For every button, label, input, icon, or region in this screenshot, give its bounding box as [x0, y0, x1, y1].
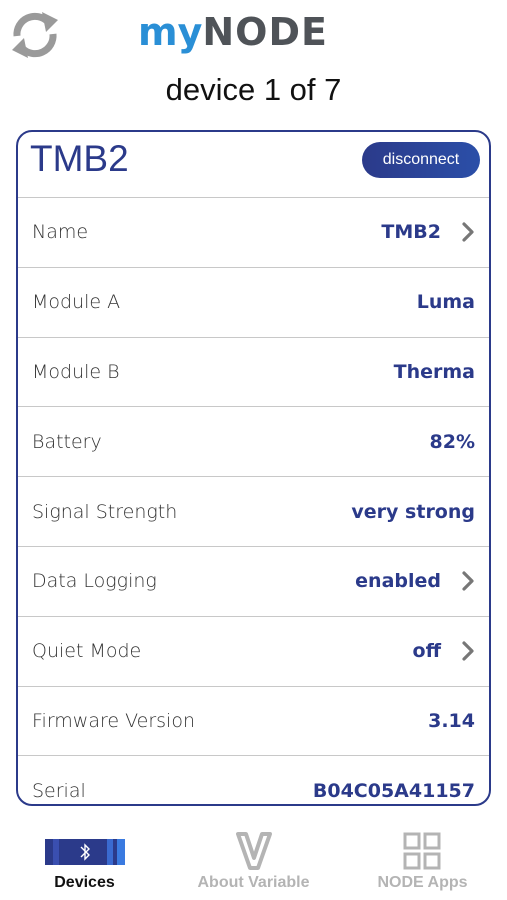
- device-card-header: TMB2 disconnect: [18, 132, 489, 198]
- tab-devices-label: Devices: [54, 874, 115, 891]
- bluetooth-icon: [45, 839, 125, 865]
- app-header: myNODE device 1 of 7: [0, 0, 507, 120]
- property-label: Serial: [32, 780, 86, 803]
- property-label: Module B: [32, 360, 120, 383]
- property-row-data-logging[interactable]: Data Logging enabled: [18, 547, 489, 617]
- tab-node-apps-label: NODE Apps: [377, 874, 468, 891]
- property-value: TMB2: [381, 221, 441, 244]
- property-label: Signal Strength: [32, 500, 178, 523]
- tab-bar: Devices About Variable NODE Apps: [0, 822, 507, 900]
- logo-node: NODE: [202, 10, 328, 54]
- property-row-name[interactable]: Name TMB2: [18, 198, 489, 268]
- property-row-battery: Battery 82%: [18, 407, 489, 478]
- property-value: 3.14: [428, 709, 475, 732]
- device-title: TMB2: [30, 138, 129, 179]
- property-value: 82%: [429, 430, 475, 453]
- chevron-right-icon: [453, 571, 475, 591]
- property-row-firmware-version: Firmware Version 3.14: [18, 687, 489, 757]
- property-value: Therma: [393, 360, 475, 383]
- tab-about-variable[interactable]: About Variable: [169, 822, 338, 900]
- logo-my: my: [138, 10, 203, 54]
- disconnect-button[interactable]: disconnect: [362, 142, 480, 178]
- property-value: off: [412, 640, 441, 663]
- tab-node-apps[interactable]: NODE Apps: [338, 822, 507, 900]
- property-value: enabled: [355, 570, 441, 593]
- chevron-right-icon: [453, 641, 475, 661]
- device-count: device 1 of 7: [165, 72, 342, 107]
- property-value: Luma: [416, 291, 475, 314]
- grid-icon: [403, 832, 441, 870]
- property-label: Battery: [32, 430, 102, 453]
- device-properties-list: Name TMB2 Module A Luma Module B Therma Batter…: [18, 198, 489, 804]
- property-label: Data Logging: [32, 570, 157, 593]
- property-row-module-b: Module B Therma: [18, 338, 489, 408]
- property-label: Module A: [32, 291, 121, 314]
- property-value: B04C05A41157: [312, 780, 475, 803]
- property-label: Quiet Mode: [32, 640, 142, 663]
- chevron-right-icon: [453, 222, 475, 242]
- property-row-serial: Serial B04C05A41157: [18, 756, 489, 804]
- tab-about-variable-label: About Variable: [197, 874, 310, 891]
- tab-devices[interactable]: Devices: [0, 822, 169, 900]
- property-label: Name: [32, 221, 89, 244]
- property-row-module-a: Module A Luma: [18, 268, 489, 338]
- variable-logo-icon: [236, 832, 272, 870]
- property-row-quiet-mode[interactable]: Quiet Mode off: [18, 617, 489, 687]
- app-logo: myNODE: [138, 10, 328, 54]
- refresh-icon[interactable]: [8, 8, 62, 62]
- property-row-signal-strength: Signal Strength very strong: [18, 477, 489, 547]
- device-card: TMB2 disconnect Name TMB2 Module A Luma Modu…: [16, 130, 491, 806]
- property-value: very strong: [351, 500, 475, 523]
- property-label: Firmware Version: [32, 709, 195, 732]
